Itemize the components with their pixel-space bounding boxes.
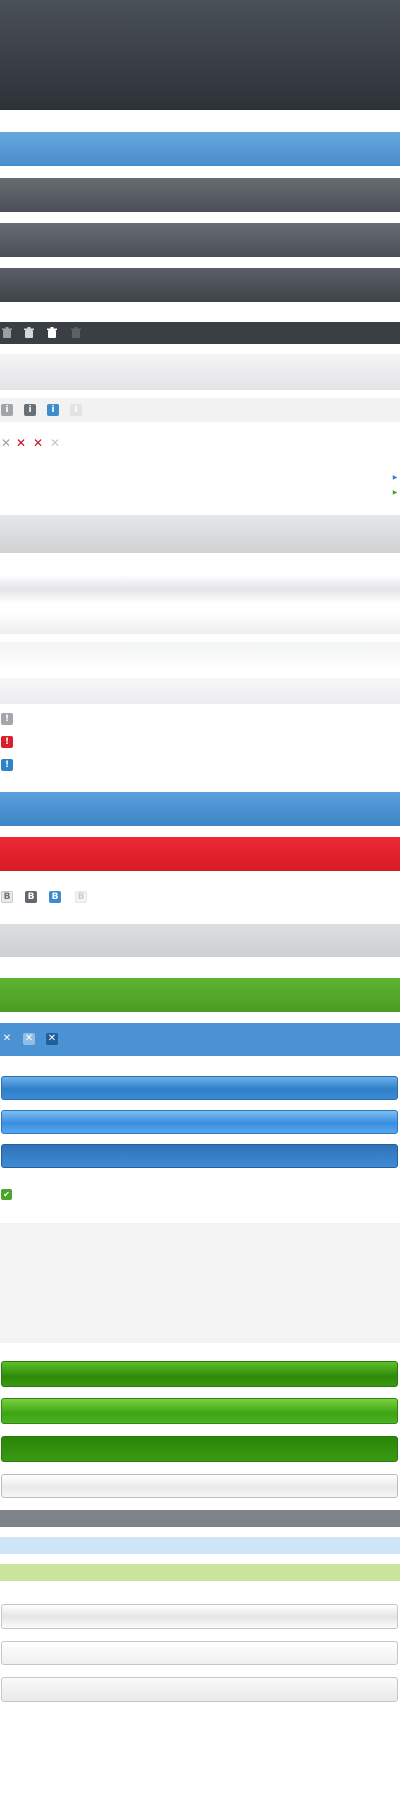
light-button-2[interactable] xyxy=(1,1641,398,1665)
trash-toolbar xyxy=(0,322,400,344)
trash-icon-default[interactable] xyxy=(1,327,13,339)
check-icon: ✔ xyxy=(1,1189,12,1200)
arrow-right-icon-blue[interactable]: ▶ xyxy=(391,473,399,481)
blue-button-hover[interactable] xyxy=(1,1110,398,1134)
white-button[interactable] xyxy=(1,1474,398,1498)
green-success-bar xyxy=(0,978,400,1012)
dark-header-panel xyxy=(0,0,400,110)
close-box-icon-default[interactable]: ✕ xyxy=(1,1033,13,1045)
alert-icon-error: ! xyxy=(1,736,13,748)
mid-gray-bar xyxy=(0,515,400,553)
arrow-right-icon-green[interactable]: ▶ xyxy=(391,488,399,496)
soft-strip-2 xyxy=(0,612,400,634)
green-button-active[interactable] xyxy=(1,1436,398,1462)
close-icon-hover[interactable]: ✕ xyxy=(15,437,27,449)
alert-icon-info: ! xyxy=(1,759,13,771)
blue-close-bar xyxy=(0,1023,400,1056)
bold-icon-active[interactable]: B xyxy=(49,891,61,903)
info-icon-hover[interactable]: i xyxy=(24,404,36,416)
light-gray-panel xyxy=(0,1223,400,1343)
pale-gray-bar xyxy=(0,924,400,957)
trash-icon-disabled xyxy=(70,327,82,339)
light-button-3[interactable] xyxy=(1,1677,398,1702)
close-box-icon-active[interactable]: ✕ xyxy=(46,1033,58,1045)
close-icon-disabled: ✕ xyxy=(49,436,61,450)
soft-strip-3 xyxy=(0,642,400,670)
info-icon-disabled: i xyxy=(70,404,82,416)
bold-icon-hover[interactable]: B xyxy=(25,891,37,903)
light-green-strip xyxy=(0,1564,400,1581)
trash-icon-hover[interactable] xyxy=(23,327,35,339)
info-icon-default[interactable]: i xyxy=(1,404,13,416)
close-icon-active[interactable]: ✕ xyxy=(32,437,44,449)
blue-bar xyxy=(0,132,400,166)
blue-button-default[interactable] xyxy=(1,1076,398,1100)
mid-gray-strip xyxy=(0,1510,400,1527)
alert-icon-default: ! xyxy=(1,713,13,725)
soft-strip-1 xyxy=(0,575,400,603)
blue-button-active[interactable] xyxy=(1,1144,398,1168)
info-icon-active[interactable]: i xyxy=(47,404,59,416)
bold-icon-disabled: B xyxy=(75,891,87,903)
green-button-default[interactable] xyxy=(1,1361,398,1387)
trash-icon-active[interactable] xyxy=(46,327,58,339)
light-blue-strip xyxy=(0,1537,400,1554)
gray-bar-2 xyxy=(0,223,400,257)
info-icon-row xyxy=(0,398,400,422)
green-button-hover[interactable] xyxy=(1,1398,398,1424)
red-alert-bar xyxy=(0,837,400,871)
blue-action-bar xyxy=(0,792,400,826)
soft-strip-4 xyxy=(0,678,400,704)
bold-icon-default[interactable]: B xyxy=(1,891,13,903)
light-button-1[interactable] xyxy=(1,1604,398,1629)
gray-bar-1 xyxy=(0,178,400,212)
close-icon-default[interactable]: ✕ xyxy=(0,437,12,449)
light-gray-strip xyxy=(0,354,400,390)
close-box-icon-hover[interactable]: ✕ xyxy=(23,1033,35,1045)
gray-bar-3 xyxy=(0,268,400,302)
